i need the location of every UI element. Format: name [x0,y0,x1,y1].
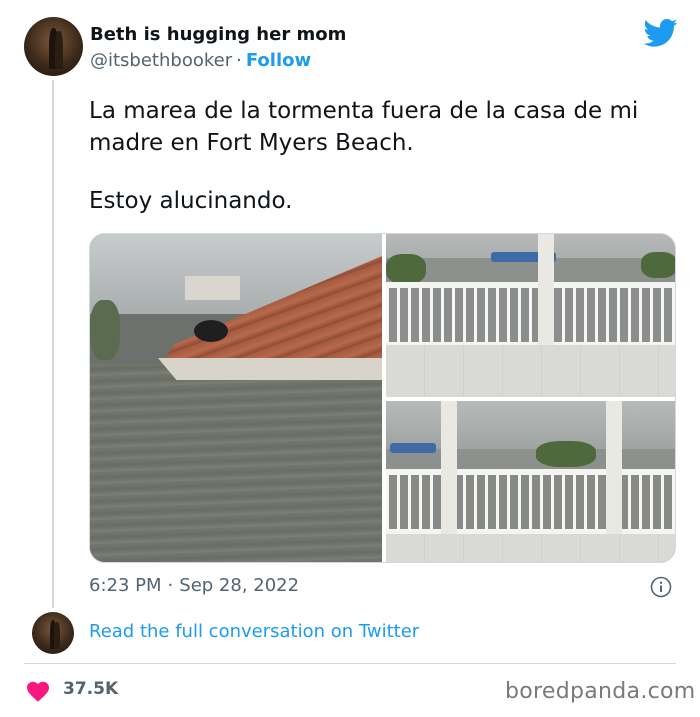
author-name[interactable]: Beth is hugging her mom [90,24,346,45]
info-icon[interactable] [650,576,672,598]
author-handle[interactable]: @itsbethbooker [90,50,232,71]
tweet-date: Sep 28, 2022 [179,575,300,596]
tweet-paragraph: Estoy alucinando. [89,188,293,214]
tweet-text: La marea de la tormenta fuera de la casa… [89,95,679,217]
heart-icon[interactable] [26,680,50,702]
read-conversation-link[interactable]: Read the full conversation on Twitter [89,621,419,642]
roof-flood-photo[interactable] [90,234,382,562]
watermark: boredpanda.com [505,679,696,704]
media-grid [89,233,676,563]
divider [24,663,676,664]
follow-button[interactable]: Follow [246,50,311,71]
tweet-timestamp[interactable]: 6:23 PM · Sep 28, 2022 [89,575,299,596]
porch-flood-photo-1[interactable] [386,234,675,397]
like-count: 37.5K [63,679,119,699]
handle-separator: · [236,50,242,71]
author-avatar[interactable] [24,17,83,76]
timestamp-separator: · [167,575,174,596]
conversation-avatar[interactable] [32,612,74,654]
author-handle-row: @itsbethbooker · Follow [90,50,311,71]
porch-flood-photo-2[interactable] [386,401,675,562]
twitter-bird-icon[interactable] [644,18,678,48]
thread-line [52,80,54,608]
tweet-paragraph: La marea de la tormenta fuera de la casa… [89,98,639,156]
tweet-time: 6:23 PM [89,575,162,596]
